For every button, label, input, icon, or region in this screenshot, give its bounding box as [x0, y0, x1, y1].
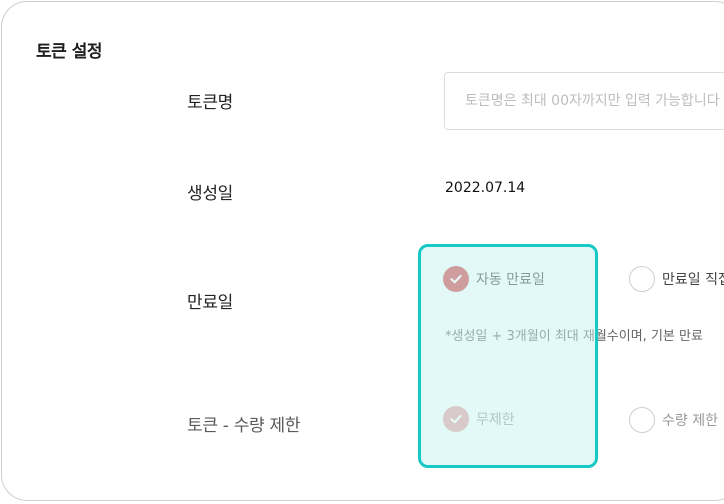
created-date-label: 생성일 [187, 184, 234, 204]
quantity-limit-label: 토큰 - 수량 제한 [187, 416, 301, 436]
quantity-limit-radio[interactable]: 수량 제한 [629, 407, 718, 433]
expiry-auto-radio[interactable]: 자동 만료일 [443, 266, 545, 292]
quantity-limit-option-label: 수량 제한 [662, 413, 718, 429]
expiry-note: *생성일 + 3개월이 최대 재월수이며, 기본 만료 [445, 329, 703, 344]
created-date-value: 2022.07.14 [445, 180, 526, 196]
section-title: 토큰 설정 [36, 42, 102, 62]
quantity-unlimited-label: 무제한 [476, 412, 515, 428]
check-icon [443, 406, 469, 432]
token-name-label: 토큰명 [187, 93, 234, 113]
expiry-label: 만료일 [187, 293, 234, 313]
empty-radio-icon [629, 407, 655, 433]
expiry-manual-radio[interactable]: 만료일 직접 [629, 266, 724, 292]
token-settings-card: 토큰 설정 토큰명 생성일 2022.07.14 만료일 자동 만료일 만료일 … [1, 1, 724, 501]
token-name-input[interactable] [444, 72, 724, 130]
expiry-auto-label: 자동 만료일 [476, 272, 545, 288]
quantity-unlimited-radio[interactable]: 무제한 [443, 406, 515, 432]
empty-radio-icon [629, 266, 655, 292]
check-icon [443, 266, 469, 292]
expiry-manual-label: 만료일 직접 [662, 272, 724, 288]
